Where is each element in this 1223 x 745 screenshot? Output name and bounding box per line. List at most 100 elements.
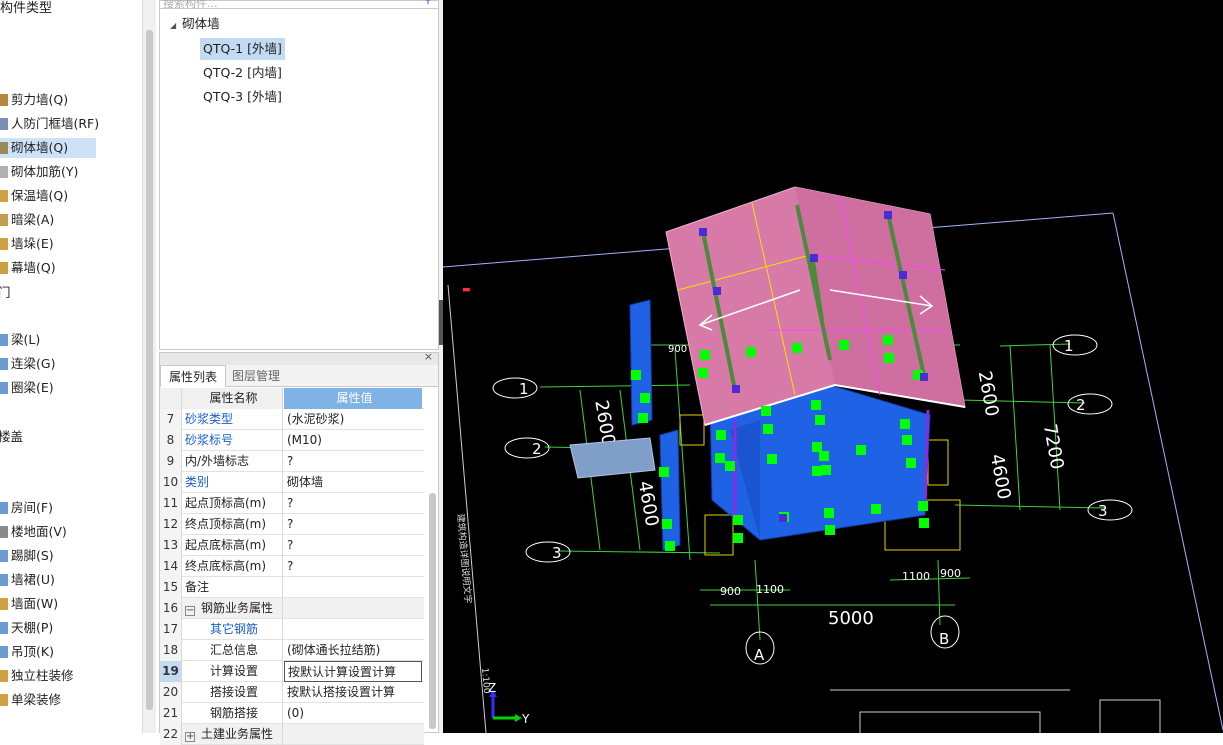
property-row[interactable]: 22 + 土建业务属性 [160, 724, 424, 745]
nav-item[interactable]: 幕墙(Q) [0, 258, 96, 278]
property-value[interactable] [284, 619, 422, 640]
nav-item[interactable]: 保温墙(Q) [0, 186, 96, 206]
grip-marker[interactable] [821, 465, 831, 475]
grip-marker[interactable] [871, 504, 881, 514]
grip-marker[interactable] [716, 430, 726, 440]
nav-item[interactable]: 连梁(G) [0, 354, 96, 374]
nav-item[interactable]: 墙垛(E) [0, 234, 96, 254]
nav-item[interactable]: 人防门框墙(RF) [0, 114, 99, 134]
property-value[interactable] [284, 724, 422, 745]
grip-marker[interactable] [665, 541, 675, 551]
property-row[interactable]: 7 砂浆类型 (水泥砂浆) [160, 409, 424, 430]
nav-item[interactable]: 砌体墙(Q) [0, 138, 96, 158]
nav-item[interactable]: 墙裙(U) [0, 570, 96, 590]
close-icon[interactable]: × [424, 350, 433, 363]
grip-marker[interactable] [733, 533, 743, 543]
grip-marker[interactable] [763, 424, 773, 434]
properties-scrollbar[interactable] [429, 493, 436, 729]
property-row[interactable]: 12 终点顶标高(m)? [160, 514, 424, 535]
search-input[interactable]: 搜索构件... ⚲ [160, 0, 438, 10]
collapse-icon[interactable]: − [185, 606, 195, 616]
grip-marker[interactable] [902, 435, 912, 445]
grip-marker[interactable] [856, 445, 866, 455]
tree-node-qtq3[interactable]: QTQ-3 [外墙] [203, 86, 282, 108]
property-row[interactable]: 16− 钢筋业务属性 [160, 598, 424, 619]
grip-marker[interactable] [900, 419, 910, 429]
tab-property-list[interactable]: 属性列表 [160, 365, 227, 387]
property-value[interactable]: ? [284, 535, 422, 556]
nav-item[interactable]: 踢脚(S) [0, 546, 96, 566]
grip-marker[interactable] [811, 400, 821, 410]
property-row[interactable]: 18 汇总信息 (砌体通长拉结筋) [160, 640, 424, 661]
nav-item[interactable]: 楼地面(V) [0, 522, 96, 542]
grip-marker[interactable] [733, 515, 743, 525]
grip-marker[interactable] [698, 368, 708, 378]
grip-marker[interactable] [662, 519, 672, 529]
grip-marker[interactable] [631, 370, 641, 380]
property-value[interactable]: (0) [284, 703, 422, 724]
property-value[interactable]: (水泥砂浆) [284, 409, 422, 430]
tree-node-qtq2[interactable]: QTQ-2 [内墙] [203, 62, 282, 84]
left-scrollbar[interactable] [142, 0, 156, 733]
tab-layer-management[interactable]: 图层管理 [224, 365, 288, 387]
property-value[interactable]: (砌体通长拉结筋) [284, 640, 422, 661]
grip-marker[interactable] [659, 467, 669, 477]
property-value[interactable]: 砌体墙 [284, 472, 422, 493]
nav-item[interactable]: 暗梁(A) [0, 210, 96, 230]
property-row[interactable]: 15 备注 [160, 577, 424, 598]
3d-viewport[interactable]: ▬ 建筑构造详图说明文字 1:100 2600 4600 2600 7200 4… [443, 0, 1223, 733]
nav-item[interactable]: 墙面(W) [0, 594, 96, 614]
nav-item[interactable]: 剪力墙(Q) [0, 90, 96, 110]
collapse-icon[interactable]: ◢ [170, 21, 176, 30]
grip-marker[interactable] [819, 451, 829, 461]
nav-item[interactable]: 圈梁(E) [0, 378, 96, 398]
property-value[interactable] [284, 598, 422, 619]
grip-marker[interactable] [638, 413, 648, 423]
property-value[interactable]: 按默认搭接设置计算 [284, 682, 422, 703]
property-row[interactable]: 19 计算设置 按默认计算设置计算 [160, 661, 424, 682]
property-value[interactable] [284, 577, 422, 598]
property-value[interactable]: ? [284, 493, 422, 514]
property-row[interactable]: 14 终点底标高(m)? [160, 556, 424, 577]
nav-item[interactable]: 吊顶(K) [0, 642, 96, 662]
nav-item[interactable]: 砌体加筋(Y) [0, 162, 96, 182]
grip-marker[interactable] [824, 508, 834, 518]
grip-marker[interactable] [725, 461, 735, 471]
property-row[interactable]: 17 其它钢筋 [160, 619, 424, 640]
property-value[interactable]: (M10) [284, 430, 422, 451]
grip-marker[interactable] [761, 406, 771, 416]
nav-item[interactable]: 梁(L) [0, 330, 96, 350]
nav-item[interactable]: 单梁装修 [0, 690, 96, 710]
tree-root[interactable]: ◢ 砌体墙 [170, 13, 220, 35]
grip-marker[interactable] [640, 393, 650, 403]
property-value[interactable]: ? [284, 451, 422, 472]
property-value[interactable]: ? [284, 514, 422, 535]
property-row[interactable]: 13 起点底标高(m)? [160, 535, 424, 556]
grip-marker[interactable] [746, 347, 756, 357]
grip-marker[interactable] [715, 453, 725, 463]
nav-group-label[interactable]: 楼盖 [0, 426, 23, 445]
grip-marker[interactable] [812, 466, 822, 476]
property-row[interactable]: 8 砂浆标号 (M10) [160, 430, 424, 451]
grip-marker[interactable] [884, 353, 894, 363]
grip-marker[interactable] [792, 343, 802, 353]
tree-node-qtq1[interactable]: QTQ-1 [外墙] [200, 38, 285, 60]
grip-marker[interactable] [700, 350, 710, 360]
grip-marker[interactable] [919, 518, 929, 528]
grip-marker[interactable] [839, 340, 849, 350]
nav-group-label[interactable]: 门 [0, 282, 11, 301]
property-row[interactable]: 11 起点顶标高(m)? [160, 493, 424, 514]
property-row[interactable]: 9 内/外墙标志? [160, 451, 424, 472]
grip-marker[interactable] [767, 454, 777, 464]
grip-marker[interactable] [918, 501, 928, 511]
grip-marker[interactable] [812, 442, 822, 452]
search-icon[interactable]: ⚲ [424, 0, 432, 6]
expand-icon[interactable]: + [185, 732, 195, 742]
property-row[interactable]: 21 钢筋搭接 (0) [160, 703, 424, 724]
grip-marker[interactable] [815, 415, 825, 425]
property-row[interactable]: 20 搭接设置 按默认搭接设置计算 [160, 682, 424, 703]
nav-item[interactable]: 天棚(P) [0, 618, 96, 638]
grip-marker[interactable] [825, 525, 835, 535]
property-value[interactable]: ? [284, 556, 422, 577]
grip-marker[interactable] [883, 335, 893, 345]
